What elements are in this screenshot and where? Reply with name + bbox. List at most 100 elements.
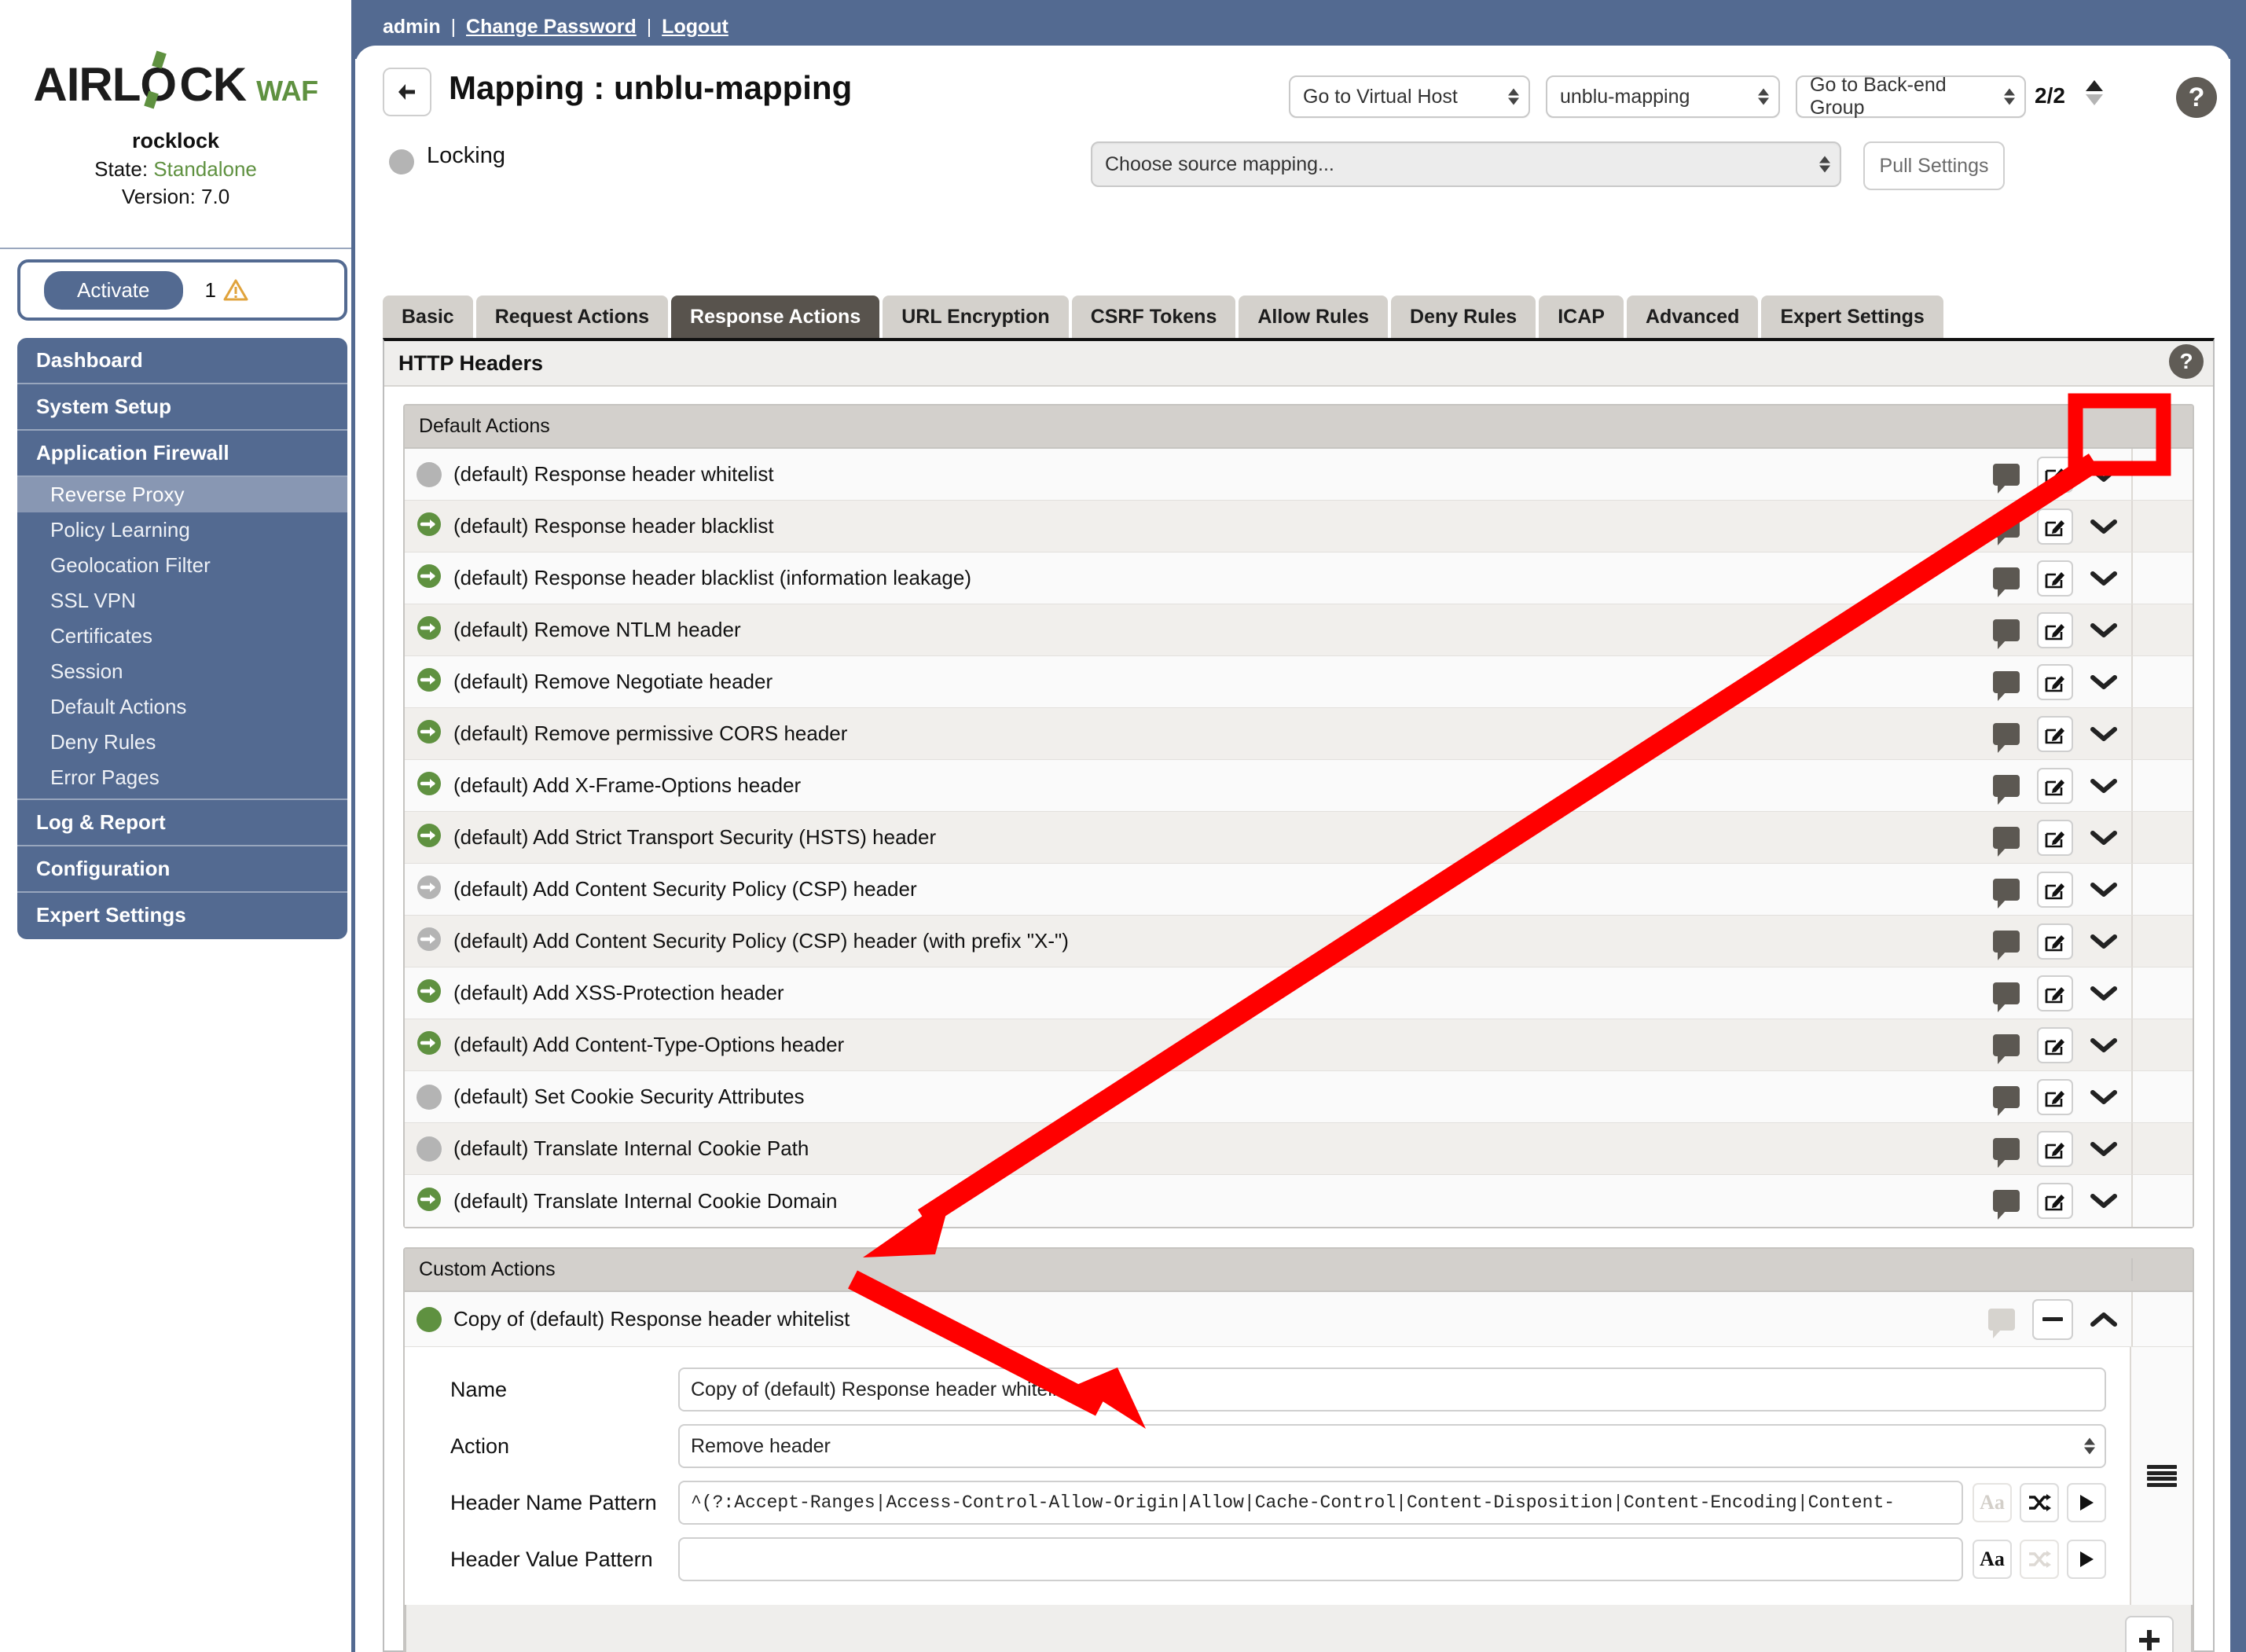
comment-bubble-icon[interactable] [1993,567,2020,589]
chevron-down-icon[interactable] [2090,1140,2117,1158]
edit-button[interactable] [2037,612,2073,648]
comment-bubble-icon[interactable] [1993,1190,2020,1212]
tab-response-actions[interactable]: Response Actions [671,296,879,340]
tab-deny-rules[interactable]: Deny Rules [1391,296,1536,340]
comment-bubble-icon[interactable] [1993,619,2020,641]
edit-button[interactable] [2037,508,2073,545]
add-custom-action-button[interactable] [2125,1616,2174,1652]
edit-button[interactable] [2037,820,2073,856]
default-action-row[interactable]: (default) Response header whitelist [405,449,2193,501]
chevron-down-icon[interactable] [2090,1192,2117,1210]
case-sensitivity-toggle[interactable]: Aa [1973,1483,2012,1522]
disabled-state-dot[interactable] [417,462,442,487]
source-mapping-select[interactable]: Choose source mapping... [1091,141,1841,187]
chevron-down-icon[interactable] [2090,518,2117,535]
shuffle-arrows-icon-button[interactable] [2020,1540,2059,1579]
default-action-row[interactable]: (default) Translate Internal Cookie Doma… [405,1175,2193,1227]
enabled-arrow-icon[interactable] [416,822,442,853]
default-action-row[interactable]: (default) Add Strict Transport Security … [405,812,2193,864]
sidebar-item-geolocation-filter[interactable]: Geolocation Filter [17,548,347,583]
comment-bubble-icon[interactable] [1993,931,2020,953]
enabled-arrow-icon[interactable] [416,563,442,593]
inactive-arrow-icon[interactable] [416,874,442,905]
pull-settings-button[interactable]: Pull Settings [1863,141,2005,190]
chevron-down-icon[interactable] [2090,466,2117,483]
test-pattern-button[interactable] [2067,1483,2106,1522]
help-button-panel[interactable]: ? [2169,344,2204,379]
custom-action-row[interactable]: Copy of (default) Response header whitel… [405,1292,2193,1347]
comment-bubble-icon[interactable] [1993,1138,2020,1160]
mapping-select[interactable]: unblu-mapping [1546,75,1780,118]
tab-basic[interactable]: Basic [383,296,473,340]
chevron-down-icon[interactable] [2090,777,2117,795]
comment-bubble-icon[interactable] [1993,982,2020,1004]
enabled-arrow-icon[interactable] [416,1030,442,1060]
name-input[interactable]: Copy of (default) Response header whitel… [678,1367,2106,1412]
sidebar-item-application-firewall[interactable]: Application Firewall [17,431,347,477]
comment-bubble-icon[interactable] [1993,879,2020,901]
comment-bubble-icon[interactable] [1993,827,2020,849]
default-action-row[interactable]: (default) Remove NTLM header [405,604,2193,656]
edit-button[interactable] [2037,768,2073,804]
default-action-row[interactable]: (default) Set Cookie Security Attributes [405,1071,2193,1123]
activate-button[interactable]: Activate [44,271,183,310]
tab-url-encryption[interactable]: URL Encryption [883,296,1068,340]
sidebar-item-ssl-vpn[interactable]: SSL VPN [17,583,347,619]
disabled-state-dot[interactable] [417,1136,442,1162]
tab-csrf-tokens[interactable]: CSRF Tokens [1072,296,1236,340]
sidebar-item-session[interactable]: Session [17,654,347,689]
sidebar-item-log-and-report[interactable]: Log & Report [17,800,347,846]
edit-button[interactable] [2037,1131,2073,1167]
default-action-row[interactable]: (default) Translate Internal Cookie Path [405,1123,2193,1175]
remove-custom-action-button[interactable] [2032,1299,2073,1340]
goto-virtual-host-select[interactable]: Go to Virtual Host [1289,75,1530,118]
edit-button[interactable] [2037,1027,2073,1063]
action-select[interactable]: Remove header [678,1424,2106,1468]
edit-button[interactable] [2037,716,2073,752]
disabled-state-dot[interactable] [417,1085,442,1110]
chevron-up-icon[interactable] [2090,1311,2117,1328]
page-stepper[interactable] [2086,80,2103,105]
default-action-row[interactable]: (default) Response header blacklist (inf… [405,553,2193,604]
edit-button[interactable] [2037,457,2073,493]
sidebar-item-reverse-proxy[interactable]: Reverse Proxy [17,477,347,512]
change-password-link[interactable]: Change Password [466,16,637,38]
default-action-row[interactable]: (default) Remove permissive CORS header [405,708,2193,760]
default-action-row[interactable]: (default) Response header blacklist [405,501,2193,553]
comment-bubble-icon[interactable] [1993,1034,2020,1056]
sidebar-item-policy-learning[interactable]: Policy Learning [17,512,347,548]
default-action-row[interactable]: (default) Add Content-Type-Options heade… [405,1019,2193,1071]
chevron-down-icon[interactable] [2090,829,2117,846]
enabled-arrow-icon[interactable] [416,718,442,749]
default-action-row[interactable]: (default) Add X-Frame-Options header [405,760,2193,812]
comment-bubble-icon[interactable] [1993,516,2020,538]
enabled-arrow-icon[interactable] [416,978,442,1008]
chevron-down-icon[interactable] [2090,933,2117,950]
test-pattern-button[interactable] [2067,1540,2106,1579]
tab-expert-settings[interactable]: Expert Settings [1761,296,1943,340]
logout-link[interactable]: Logout [662,16,728,38]
default-action-row[interactable]: (default) Add XSS-Protection header [405,967,2193,1019]
sidebar-item-deny-rules[interactable]: Deny Rules [17,725,347,760]
edit-button[interactable] [2037,872,2073,908]
tab-allow-rules[interactable]: Allow Rules [1239,296,1388,340]
default-action-row[interactable]: (default) Add Content Security Policy (C… [405,916,2193,967]
enabled-arrow-icon[interactable] [416,666,442,697]
edit-button[interactable] [2037,975,2073,1011]
chevron-down-icon[interactable] [2090,674,2117,691]
hamburger-drag-handle-icon[interactable] [2147,1465,2177,1487]
enabled-arrow-icon[interactable] [416,615,442,645]
sidebar-item-error-pages[interactable]: Error Pages [17,760,347,798]
comment-bubble-icon[interactable] [1993,1086,2020,1108]
chevron-down-icon[interactable] [2090,725,2117,743]
enabled-arrow-icon[interactable] [416,1186,442,1217]
tab-icap[interactable]: ICAP [1539,296,1624,340]
chevron-down-icon[interactable] [2090,881,2117,898]
comment-bubble-icon[interactable] [1993,671,2020,693]
edit-button[interactable] [2037,923,2073,960]
enabled-arrow-icon[interactable] [416,511,442,541]
default-action-row[interactable]: (default) Remove Negotiate header [405,656,2193,708]
header-name-pattern-input[interactable]: ^(?:Accept-Ranges|Access-Control-Allow-O… [678,1481,1963,1525]
edit-button[interactable] [2037,664,2073,700]
locking-state-dot[interactable] [389,149,414,174]
